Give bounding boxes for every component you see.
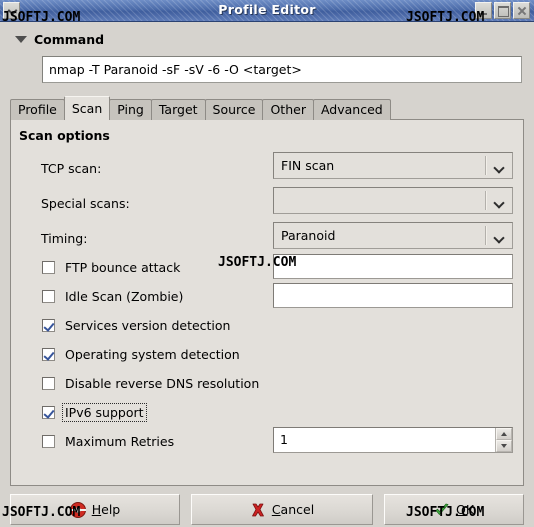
tab-advanced[interactable]: Advanced: [312, 99, 391, 120]
tab-ping[interactable]: Ping: [109, 99, 152, 120]
close-button[interactable]: [513, 2, 530, 19]
label-timing: Timing:: [41, 231, 88, 246]
dialog-button-row: Help Cancel OK: [10, 494, 524, 525]
checkbox-row-disable-reverse-dns[interactable]: Disable reverse DNS resolution: [42, 374, 261, 392]
checkbox-label-idle-scan: Idle Scan (Zombie): [65, 288, 184, 304]
spinner-value: 1: [280, 432, 288, 447]
checkbox-label-maximum-retries: Maximum Retries: [65, 433, 175, 449]
section-title-scan-options: Scan options: [19, 128, 110, 143]
tab-strip: Profile Scan Ping Target Source Other Ad…: [10, 96, 391, 120]
input-ftp-bounce-attack[interactable]: [273, 254, 513, 279]
combo-tcp-scan[interactable]: FIN scan: [273, 152, 513, 179]
combo-timing[interactable]: Paranoid: [273, 222, 513, 249]
command-expander-label: Command: [34, 32, 105, 47]
tab-scan[interactable]: Scan: [63, 96, 111, 120]
tab-source[interactable]: Source: [204, 99, 264, 120]
checkbox-row-idle-scan[interactable]: Idle Scan (Zombie): [42, 287, 185, 305]
chevron-down-icon: [495, 234, 504, 239]
checkbox-label-services-version-detection: Services version detection: [65, 317, 231, 333]
minimize-icon: [476, 3, 491, 18]
checkbox-label-ftp-bounce-attack: FTP bounce attack: [65, 259, 181, 275]
checkbox-disable-reverse-dns[interactable]: [42, 376, 55, 390]
cancel-button-label: Cancel: [271, 502, 315, 517]
command-input[interactable]: nmap -T Paranoid -sF -sV -6 -O <target>: [42, 56, 522, 83]
cancel-button[interactable]: Cancel: [191, 494, 373, 525]
window-menu-chevron-icon: [4, 3, 19, 18]
close-icon: [514, 3, 529, 18]
combo-timing-value: Paranoid: [281, 228, 336, 243]
spinner-down-icon[interactable]: [496, 440, 512, 452]
command-expander[interactable]: Command: [15, 32, 104, 47]
tab-other[interactable]: Other: [262, 99, 314, 120]
chevron-down-icon: [15, 36, 27, 43]
chevron-down-icon: [495, 199, 504, 204]
help-button[interactable]: Help: [10, 494, 180, 525]
chevron-down-icon: [495, 164, 504, 169]
spinner-maximum-retries[interactable]: 1: [273, 427, 513, 453]
checkbox-label-operating-system-detection: Operating system detection: [65, 346, 240, 362]
checkbox-maximum-retries[interactable]: [42, 434, 55, 448]
checkbox-ipv6-support[interactable]: [42, 405, 55, 419]
spinner-up-icon[interactable]: [496, 428, 512, 440]
combo-separator: [485, 156, 487, 175]
checkbox-label-ipv6-support: IPv6 support: [62, 402, 147, 422]
checkbox-row-operating-system-detection[interactable]: Operating system detection: [42, 345, 242, 363]
combo-separator: [485, 191, 487, 210]
lifesaver-icon: [69, 501, 86, 518]
checkbox-operating-system-detection[interactable]: [42, 347, 55, 361]
tab-profile[interactable]: Profile: [10, 99, 65, 120]
checkbox-label-disable-reverse-dns: Disable reverse DNS resolution: [65, 375, 260, 391]
checkbox-row-services-version-detection[interactable]: Services version detection: [42, 316, 232, 334]
label-special-scans: Special scans:: [41, 196, 130, 211]
minimize-button[interactable]: [475, 2, 492, 19]
red-x-icon: [250, 502, 266, 518]
spinner-buttons: [495, 428, 512, 452]
checkbox-services-version-detection[interactable]: [42, 318, 55, 332]
checkbox-row-ipv6-support[interactable]: IPv6 support: [42, 402, 147, 422]
green-check-icon: [434, 502, 450, 518]
combo-separator: [485, 226, 487, 245]
checkbox-row-ftp-bounce-attack[interactable]: FTP bounce attack: [42, 258, 182, 276]
window-menu-button[interactable]: [3, 2, 20, 19]
checkbox-row-maximum-retries[interactable]: Maximum Retries: [42, 432, 176, 450]
checkbox-ftp-bounce-attack[interactable]: [42, 260, 55, 274]
settings-notebook: Profile Scan Ping Target Source Other Ad…: [10, 96, 524, 486]
ok-button[interactable]: OK: [384, 494, 524, 525]
help-button-label: Help: [91, 502, 121, 517]
maximize-icon: [495, 3, 510, 18]
combo-special-scans[interactable]: [273, 187, 513, 214]
window-title: Profile Editor: [218, 2, 316, 17]
scan-tab-page: Scan options TCP scan: FIN scan Special …: [10, 119, 524, 486]
maximize-button[interactable]: [494, 2, 511, 19]
combo-tcp-scan-value: FIN scan: [281, 158, 335, 173]
profile-editor-window: Profile Editor Command nmap -T Paranoid …: [0, 0, 534, 527]
client-area: Command nmap -T Paranoid -sF -sV -6 -O <…: [0, 22, 534, 527]
label-tcp-scan: TCP scan:: [41, 161, 102, 176]
input-idle-scan-zombie[interactable]: [273, 283, 513, 308]
ok-button-label: OK: [455, 502, 475, 517]
tab-target[interactable]: Target: [150, 99, 206, 120]
title-bar: Profile Editor: [0, 0, 534, 22]
checkbox-idle-scan[interactable]: [42, 289, 55, 303]
